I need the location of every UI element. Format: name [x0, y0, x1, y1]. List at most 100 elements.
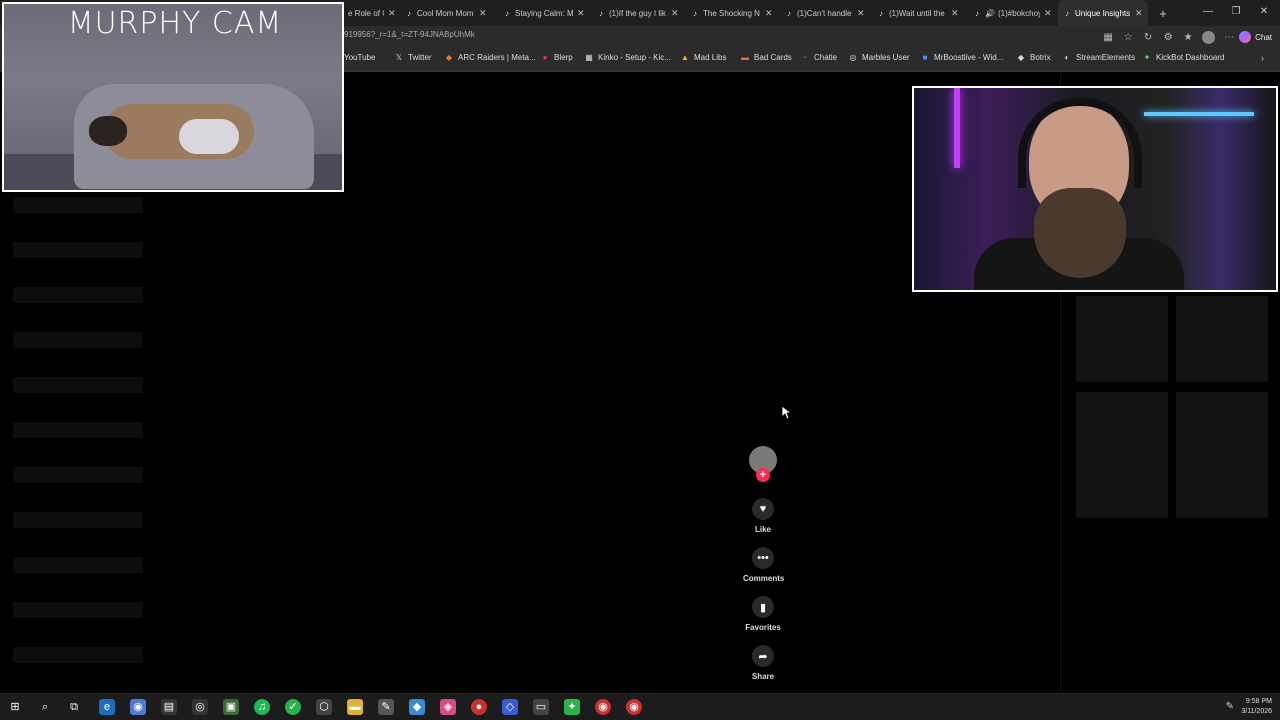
browser-tab[interactable]: ♪ Cool Mom Mom ✕: [400, 0, 498, 26]
browser-tab-active[interactable]: ♪ Unique Insights o ✕: [1058, 0, 1148, 26]
tab-close-icon[interactable]: ✕: [857, 8, 865, 19]
tab-close-icon[interactable]: ✕: [1044, 8, 1052, 19]
tiktok-icon: ♪: [787, 8, 791, 18]
app-icon[interactable]: ●: [471, 699, 487, 715]
app-icon[interactable]: ◉: [626, 699, 642, 715]
bookmark-label: MrBoostlive - Wid...: [934, 53, 1004, 62]
tiktok-icon: ♪: [1065, 8, 1069, 18]
spotify-icon[interactable]: ♫: [254, 699, 270, 715]
copilot-chat-button[interactable]: Chat: [1239, 31, 1280, 43]
new-tab-button[interactable]: +: [1154, 6, 1172, 21]
favorites-icon[interactable]: ★: [1178, 32, 1198, 43]
comments-button[interactable]: ••• Comments: [743, 547, 784, 583]
restore-button[interactable]: ❐: [1222, 0, 1250, 26]
tiktok-icon: ♪: [693, 8, 697, 18]
windows-taskbar: ⊞ ⌕ ⧉ e ◉ ▤ ◎ ▣ ♫ ✓ ⬡ ▬ ✎ ◆ ◈ ● ◇ ▭ ✦ ◉ …: [0, 693, 1280, 720]
video-thumbnail-placeholder[interactable]: [1076, 296, 1168, 382]
favorite-star-icon[interactable]: ☆: [1118, 32, 1138, 43]
app-icon[interactable]: ◆: [409, 699, 425, 715]
browser-tab[interactable]: ♪ Staying Calm: My ✕: [498, 0, 592, 26]
url-field[interactable]: 919956?_r=1&_t=ZT-94JNABpUhMk: [344, 30, 475, 39]
bookmark-botrix[interactable]: ◆ Botrix: [1016, 53, 1051, 62]
chrome-icon[interactable]: ◉: [130, 699, 146, 715]
search-icon[interactable]: ⌕: [37, 699, 53, 715]
close-window-button[interactable]: ✕: [1250, 0, 1278, 26]
extensions-icon[interactable]: ⚙: [1158, 32, 1178, 43]
tab-close-icon[interactable]: ✕: [951, 8, 959, 19]
browser-tab[interactable]: ♪ The Shocking N ✕: [686, 0, 780, 26]
app-icon[interactable]: ✎: [378, 699, 394, 715]
tab-close-icon[interactable]: ✕: [671, 8, 679, 19]
like-button[interactable]: ♥ Like: [743, 498, 783, 534]
app-icon[interactable]: ✦: [564, 699, 580, 715]
video-thumbnail-placeholder[interactable]: [1076, 392, 1168, 518]
refresh-icon[interactable]: ↻: [1138, 32, 1158, 43]
bookmark-kickbot[interactable]: ✦ KickBot Dashboard: [1142, 53, 1225, 62]
bookmark-streamelements[interactable]: ◐ StreamElements: [1062, 53, 1136, 62]
chevron-right-icon[interactable]: ›: [1261, 53, 1264, 63]
app-icon[interactable]: ▭: [533, 699, 549, 715]
profile-avatar[interactable]: [1202, 30, 1216, 44]
bookmark-label: StreamElements: [1076, 53, 1136, 62]
dog-markings: [179, 119, 239, 154]
browser-tab[interactable]: ♪ (1)Can't handle it ✕: [780, 0, 872, 26]
app-icon[interactable]: ◈: [440, 699, 456, 715]
tab-title: (1)Wait until the: [889, 8, 945, 18]
share-button[interactable]: ➦ Share: [743, 645, 783, 681]
tab-close-icon[interactable]: ✕: [577, 8, 585, 19]
tiktok-icon: ♪: [975, 8, 979, 18]
botrix-icon: ◆: [1017, 53, 1025, 62]
obs-icon[interactable]: ◎: [192, 699, 208, 715]
tab-title: Unique Insights o: [1075, 8, 1131, 18]
browser-tab[interactable]: ♪ (1)Wait until the ✕: [872, 0, 968, 26]
split-screen-icon[interactable]: ▦: [1098, 32, 1118, 43]
tab-title: (1)#bokchoy: [998, 8, 1040, 18]
bookmark-label: Marbles User: [862, 53, 910, 62]
bookmark-blerp[interactable]: ● Blerp: [540, 53, 573, 62]
clock-date: 3/11/2026: [1241, 708, 1272, 715]
bookmark-kinko[interactable]: ▦ Kinko - Setup - Kic...: [584, 53, 671, 62]
bookmark-youtube[interactable]: YouTube: [344, 53, 375, 62]
browser-tab[interactable]: ♪ 🔊 (1)#bokchoy ✕: [968, 0, 1058, 26]
tiktok-icon: ♪: [505, 8, 509, 18]
bookmark-mad-libs[interactable]: ▲ Mad Libs: [680, 53, 726, 62]
bookmark-label: Botrix: [1030, 53, 1051, 62]
file-explorer-icon[interactable]: ▬: [347, 699, 363, 715]
tab-close-icon[interactable]: ✕: [765, 8, 773, 19]
speaker-icon[interactable]: 🔊: [985, 9, 995, 18]
app-icon[interactable]: ⬡: [316, 699, 332, 715]
favorites-button[interactable]: ▮ Favorites: [743, 596, 783, 632]
video-thumbnail-placeholder[interactable]: [1176, 296, 1268, 382]
system-clock[interactable]: 9:58 PM 3/11/2026: [1241, 697, 1272, 717]
bookmark-label: Twitter: [408, 53, 432, 62]
bookmark-mrboostlive[interactable]: ■ MrBoostlive - Wid...: [920, 53, 1004, 62]
pen-icon[interactable]: ✎: [1226, 701, 1234, 712]
dog-head: [89, 116, 127, 146]
app-icon[interactable]: ▣: [223, 699, 239, 715]
minimize-button[interactable]: —: [1194, 0, 1222, 26]
tab-close-icon[interactable]: ✕: [479, 8, 487, 19]
app-icon[interactable]: ✓: [285, 699, 301, 715]
sidebar-skeleton: [13, 197, 143, 692]
browser-tab[interactable]: ♪ (1)If the guy I lik ✕: [592, 0, 686, 26]
skeleton-row: [13, 332, 143, 348]
app-icon[interactable]: ◇: [502, 699, 518, 715]
windows-start-icon[interactable]: ⊞: [7, 699, 23, 715]
bookmark-bad-cards[interactable]: ▬ Bad Cards: [740, 53, 792, 62]
heart-icon: ♥: [752, 498, 774, 520]
bookmark-marbles-user[interactable]: ◎ Marbles User: [848, 53, 910, 62]
task-view-icon[interactable]: ⧉: [66, 699, 82, 715]
edge-icon[interactable]: e: [99, 699, 115, 715]
tab-close-icon[interactable]: ✕: [388, 8, 396, 19]
skeleton-row: [13, 422, 143, 438]
tab-close-icon[interactable]: ✕: [1135, 8, 1143, 19]
app-icon[interactable]: ◉: [595, 699, 611, 715]
video-thumbnail-placeholder[interactable]: [1176, 392, 1268, 518]
app-icon[interactable]: ▤: [161, 699, 177, 715]
bookmark-twitter[interactable]: 𝕏 Twitter: [394, 53, 432, 62]
follow-button[interactable]: +: [756, 468, 770, 482]
more-menu-icon[interactable]: ⋯: [1219, 32, 1239, 43]
bookmark-chatle[interactable]: ~ Chatle: [800, 53, 837, 62]
bookmark-arc-raiders[interactable]: ◆ ARC Raiders | Meta...: [444, 53, 536, 62]
browser-tab[interactable]: e Role of Cc ✕: [344, 0, 400, 26]
